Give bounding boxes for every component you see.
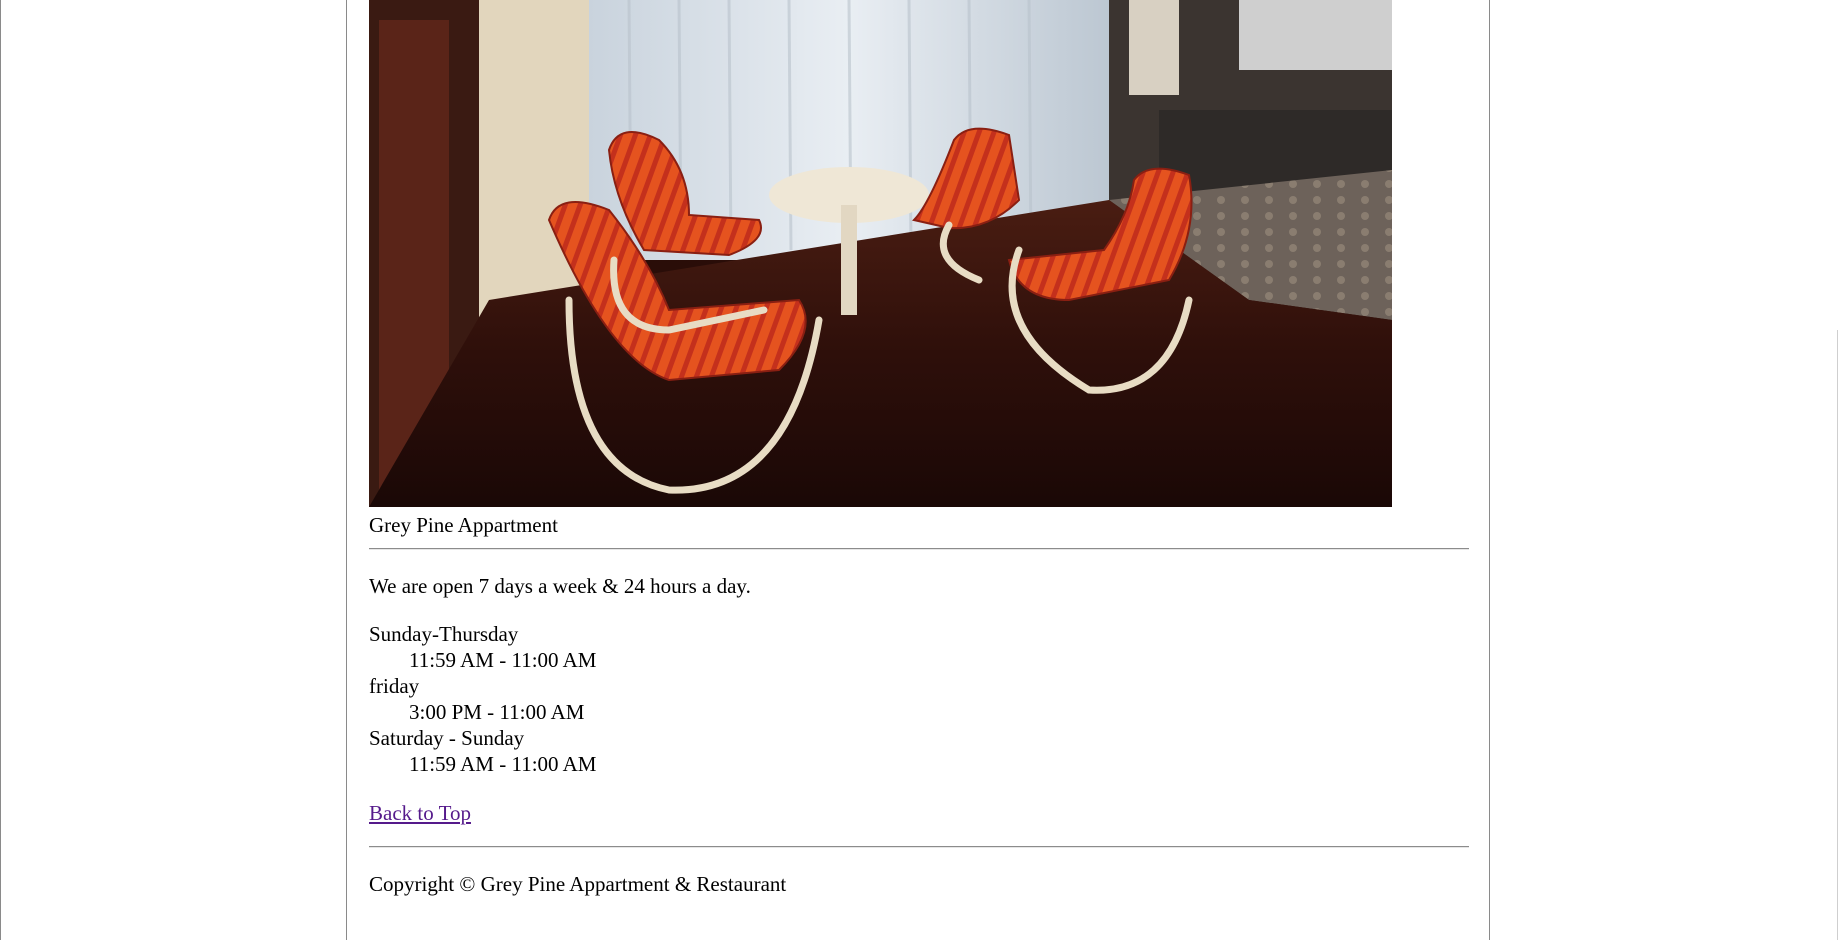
schedule-days: Saturday - Sunday (369, 726, 525, 750)
page-container: Grey Pine Appartment We are open 7 days … (346, 0, 1490, 940)
viewport-left-border (0, 0, 1, 940)
schedule-time: 11:59 AM - 11:00 AM (409, 752, 597, 776)
divider (369, 548, 1469, 550)
divider (369, 846, 1469, 848)
back-to-top-link[interactable]: Back to Top (369, 800, 471, 826)
opening-hours-list: Sunday-Thursday 11:59 AM - 11:00 AM frid… (369, 621, 596, 777)
schedule-time: 3:00 PM - 11:00 AM (409, 700, 585, 724)
copyright-notice: Copyright © Grey Pine Appartment & Resta… (369, 872, 787, 896)
apartment-photo (369, 0, 1392, 507)
scrollbar-track[interactable] (1837, 330, 1838, 940)
opening-intro: We are open 7 days a week & 24 hours a d… (369, 574, 751, 598)
photo-caption: Grey Pine Appartment (369, 513, 558, 537)
schedule-days: Sunday-Thursday (369, 622, 519, 646)
schedule-days: friday (369, 674, 420, 698)
schedule-time: 11:59 AM - 11:00 AM (409, 648, 597, 672)
